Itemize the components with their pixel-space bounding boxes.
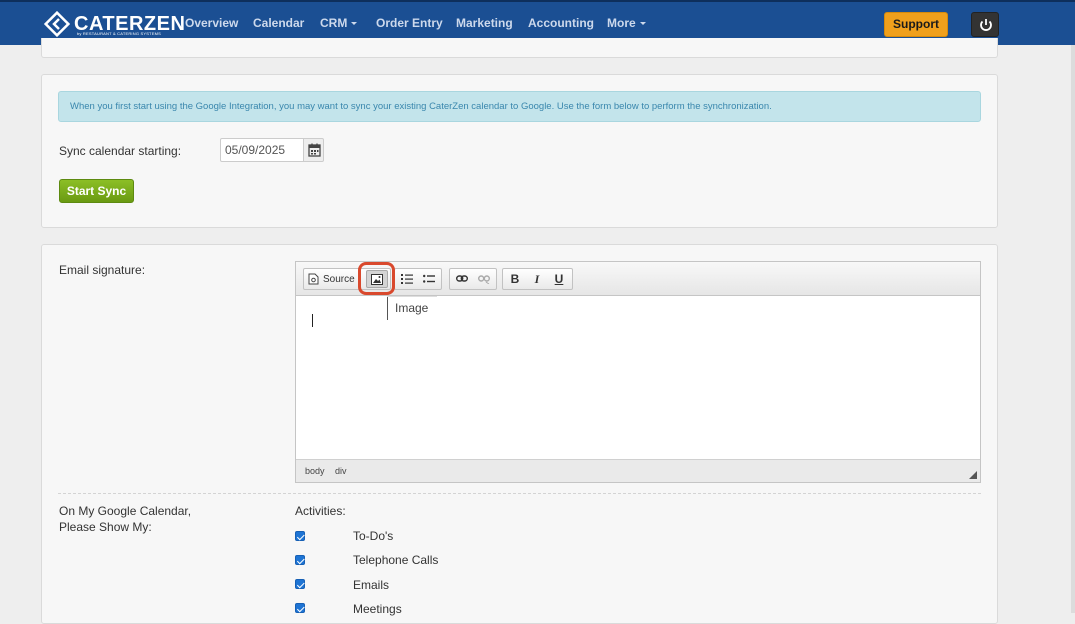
meetings-checkbox[interactable]	[295, 603, 305, 613]
numbered-list-button[interactable]	[397, 270, 417, 288]
bulleted-list-button[interactable]	[419, 270, 439, 288]
meetings-label: Meetings	[353, 602, 402, 616]
nav-crm[interactable]: CRM	[320, 16, 358, 30]
toolbar-group-styles: B I U	[502, 268, 573, 290]
logout-button[interactable]	[971, 12, 999, 37]
nav-label: Overview	[185, 16, 239, 30]
nav-more[interactable]: More	[607, 16, 646, 30]
support-button[interactable]: Support	[884, 12, 948, 37]
email-signature-label: Email signature:	[59, 263, 146, 277]
text-cursor	[312, 314, 313, 327]
toolbar-group-lists	[394, 268, 442, 290]
signature-editor: Source B I U body div	[295, 261, 981, 483]
google-calendar-label-line1: On My Google Calendar,	[59, 504, 192, 518]
unlink-icon	[478, 274, 490, 284]
brand-tagline: by RESTAURANT & CATERING SYSTEMS	[77, 31, 161, 36]
sync-start-label: Sync calendar starting:	[59, 144, 182, 158]
path-item-body[interactable]: body	[305, 466, 325, 476]
nav-accounting[interactable]: Accounting	[528, 16, 594, 30]
todos-checkbox[interactable]	[295, 531, 305, 541]
tooltip-border	[387, 296, 437, 297]
unlink-button[interactable]	[474, 270, 494, 288]
telephone-calls-checkbox[interactable]	[295, 555, 305, 565]
scrollbar[interactable]	[1071, 45, 1075, 613]
todos-label: To-Do's	[353, 529, 394, 543]
italic-button[interactable]: I	[527, 270, 547, 288]
calendar-picker-button[interactable]	[303, 138, 324, 162]
path-item-div[interactable]: div	[335, 466, 347, 476]
nav-overview[interactable]: Overview	[185, 16, 238, 30]
caret-down-icon	[639, 22, 646, 26]
sync-info-alert: When you first start using the Google In…	[58, 91, 981, 122]
logo-diamond-icon	[43, 10, 71, 38]
source-label: Source	[323, 274, 355, 285]
nav-order-entry[interactable]: Order Entry	[376, 16, 443, 30]
nav-label: More	[607, 16, 636, 30]
image-tooltip: Image	[395, 301, 429, 315]
google-calendar-label-line2: Please Show My:	[59, 520, 152, 534]
section-divider	[58, 493, 981, 494]
nav-label: Accounting	[528, 16, 594, 30]
emails-label: Emails	[353, 578, 390, 592]
nav-marketing[interactable]: Marketing	[456, 16, 513, 30]
editor-toolbar: Source B I U	[296, 262, 980, 296]
nav-label: Marketing	[456, 16, 513, 30]
caterzen-logo[interactable]: CATERZEN by RESTAURANT & CATERING SYSTEM…	[43, 9, 185, 39]
caret-down-icon	[351, 22, 358, 26]
activities-label: Activities:	[295, 504, 346, 518]
bold-button[interactable]: B	[505, 270, 525, 288]
nav-label: CRM	[320, 16, 348, 30]
emails-checkbox[interactable]	[295, 579, 305, 589]
sync-date-input[interactable]	[220, 138, 304, 162]
bulleted-list-icon	[423, 274, 435, 283]
nav-calendar[interactable]: Calendar	[253, 16, 304, 30]
editor-path-bar: body div	[296, 459, 980, 482]
editor-content-area[interactable]	[296, 297, 980, 459]
numbered-list-icon	[401, 274, 413, 284]
link-icon	[456, 275, 468, 282]
source-button[interactable]: Source	[304, 270, 364, 288]
tooltip-pointer	[387, 297, 388, 320]
calendar-icon	[308, 143, 321, 157]
image-button-highlight	[358, 262, 395, 295]
start-sync-button[interactable]: Start Sync	[59, 179, 134, 203]
resize-handle[interactable]	[969, 471, 977, 479]
source-icon	[308, 273, 319, 285]
previous-panel	[41, 38, 998, 58]
telephone-calls-label: Telephone Calls	[353, 553, 439, 567]
link-button[interactable]	[452, 270, 472, 288]
nav-label: Order Entry	[376, 16, 443, 30]
toolbar-group-links	[449, 268, 497, 290]
underline-button[interactable]: U	[549, 270, 569, 288]
power-icon	[980, 19, 992, 31]
nav-label: Calendar	[253, 16, 305, 30]
